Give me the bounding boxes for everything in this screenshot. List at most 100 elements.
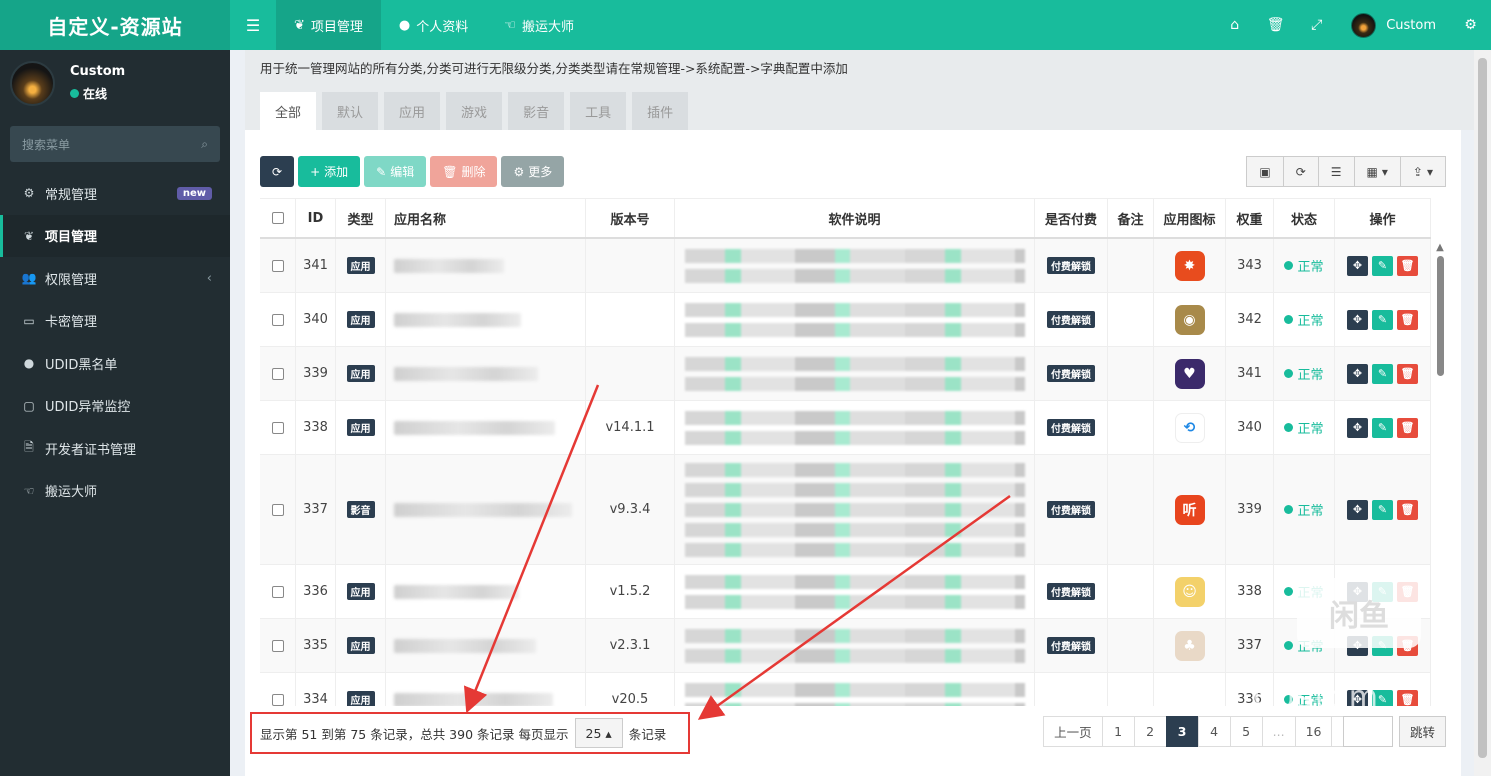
sidebar-item-udid-monitor[interactable]: ▢ UDID异常监控 <box>0 385 230 428</box>
add-button[interactable]: + 添加 <box>298 156 361 187</box>
app-icon[interactable]: ☺ <box>1174 576 1205 607</box>
page-jump-input[interactable] <box>1342 716 1393 747</box>
drag-sort-button[interactable]: ✥ <box>1347 363 1368 384</box>
page-1[interactable]: 1 <box>1101 716 1135 747</box>
row-delete-button[interactable]: 🗑 <box>1397 689 1418 706</box>
col-status[interactable]: 状态 <box>1274 199 1335 237</box>
col-description[interactable]: 软件说明 <box>675 199 1035 237</box>
checkbox[interactable] <box>271 639 284 652</box>
page-prev[interactable]: 上一页 <box>1043 716 1103 747</box>
col-type[interactable]: 类型 <box>336 199 386 237</box>
app-icon[interactable]: ◉ <box>1174 304 1205 335</box>
more-button[interactable]: ⚙ 更多 <box>501 156 565 187</box>
row-checkbox-cell[interactable] <box>260 347 296 400</box>
table-row[interactable]: 336应用v1.5.2付费解锁☺338正常✥✎🗑 <box>260 565 1431 619</box>
table-row[interactable]: 339 应用 付费解锁 ♥ 341 正常 ✥ ✎ 🗑 <box>260 347 1431 401</box>
row-edit-button[interactable]: ✎ <box>1372 363 1393 384</box>
sidebar-toggle-button[interactable]: ☰ <box>230 0 276 50</box>
top-nav-profile[interactable]: ● 个人资料 <box>381 0 486 50</box>
checkbox[interactable] <box>271 313 284 326</box>
col-note[interactable]: 备注 <box>1108 199 1154 237</box>
row-checkbox-cell[interactable] <box>260 401 296 454</box>
drag-sort-button[interactable]: ✥ <box>1347 417 1368 438</box>
status-badge[interactable]: 正常 <box>1284 364 1324 383</box>
row-checkbox-cell[interactable] <box>260 673 296 706</box>
top-user-menu[interactable]: Custom <box>1337 0 1450 50</box>
page-5[interactable]: 5 <box>1229 716 1263 747</box>
sidebar-item-permission[interactable]: 👥 权限管理 ‹ <box>0 257 230 300</box>
settings-button[interactable]: ⚙ <box>1450 0 1491 50</box>
table-row[interactable]: 340 应用 付费解锁 ◉ 342 正常 ✥ ✎ 🗑 <box>260 293 1431 347</box>
row-checkbox-cell[interactable] <box>260 565 296 618</box>
sidebar-item-mover[interactable]: ☜ 搬运大师 <box>0 470 230 513</box>
toggle-view-button[interactable]: ☰ <box>1317 156 1355 187</box>
status-badge[interactable]: 正常 <box>1284 500 1324 519</box>
scroll-thumb[interactable] <box>1437 256 1444 376</box>
col-id[interactable]: ID <box>296 199 336 237</box>
home-button[interactable]: ⌂ <box>1214 0 1255 50</box>
row-delete-button[interactable]: 🗑 <box>1397 363 1418 384</box>
page-jump-button[interactable]: 跳转 <box>1398 716 1446 747</box>
row-delete-button[interactable]: 🗑 <box>1397 309 1418 330</box>
tab-game[interactable]: 游戏 <box>446 92 503 130</box>
row-edit-button[interactable]: ✎ <box>1372 499 1393 520</box>
edit-button[interactable]: ✎ 编辑 <box>364 156 427 187</box>
col-version[interactable]: 版本号 <box>586 199 675 237</box>
sidebar-item-card[interactable]: ▭ 卡密管理 <box>0 300 230 343</box>
tab-tools[interactable]: 工具 <box>570 92 627 130</box>
brand-logo[interactable]: 自定义-资源站 <box>0 0 230 50</box>
table-row[interactable]: 341 应用 付费解锁 ✸ 343 正常 ✥ ✎ 🗑 <box>260 239 1431 293</box>
checkbox[interactable] <box>271 693 284 706</box>
app-icon[interactable]: ♣ <box>1174 630 1205 661</box>
toggle-search-button[interactable]: ▣ <box>1246 156 1284 187</box>
fullscreen-button[interactable]: ⤢ <box>1296 0 1337 50</box>
page-size-dropdown[interactable]: 25 ▴ <box>574 718 623 748</box>
table-scrollbar[interactable]: ▲ <box>1435 242 1445 706</box>
page-3-current[interactable]: 3 <box>1165 716 1199 747</box>
top-nav-mover[interactable]: ☜ 搬运大师 <box>486 0 592 50</box>
tab-media[interactable]: 影音 <box>508 92 565 130</box>
row-delete-button[interactable]: 🗑 <box>1397 499 1418 520</box>
sidebar-item-udid-blacklist[interactable]: ● UDID黑名单 <box>0 342 230 385</box>
row-edit-button[interactable]: ✎ <box>1372 255 1393 276</box>
app-icon[interactable]: ⟲ <box>1174 412 1205 443</box>
status-badge[interactable]: 正常 <box>1284 418 1324 437</box>
row-edit-button[interactable]: ✎ <box>1372 417 1393 438</box>
checkbox[interactable] <box>271 503 284 516</box>
columns-button[interactable]: ▦ ▾ <box>1353 156 1401 187</box>
table-refresh-button[interactable]: ⟳ <box>1282 156 1319 187</box>
checkbox[interactable] <box>271 367 284 380</box>
sidebar-item-certificate[interactable]: 🗎 开发者证书管理 <box>0 427 230 470</box>
drag-sort-button[interactable]: ✥ <box>1347 499 1368 520</box>
tab-all[interactable]: 全部 <box>260 92 317 130</box>
app-icon[interactable]: 听 <box>1174 494 1205 525</box>
page-scroll-thumb[interactable] <box>1478 58 1487 758</box>
top-nav-project[interactable]: ❦ 项目管理 <box>276 0 381 50</box>
page-16[interactable]: 16 <box>1294 716 1333 747</box>
row-checkbox-cell[interactable] <box>260 455 296 564</box>
table-row[interactable]: 337 影音 v9.3.4 付费解锁 听 339 正常 ✥ ✎ 🗑 <box>260 455 1431 565</box>
clear-cache-button[interactable]: 🗑 <box>1255 0 1296 50</box>
sidebar-item-general[interactable]: ⚙ 常规管理 new <box>0 172 230 215</box>
row-delete-button[interactable]: 🗑 <box>1397 255 1418 276</box>
col-app-icon[interactable]: 应用图标 <box>1154 199 1226 237</box>
tab-plugins[interactable]: 插件 <box>632 92 689 130</box>
table-row[interactable]: 338 应用 v14.1.1 付费解锁 ⟲ 340 正常 ✥ ✎ 🗑 <box>260 401 1431 455</box>
drag-sort-button[interactable]: ✥ <box>1347 309 1368 330</box>
row-checkbox-cell[interactable] <box>260 619 296 672</box>
page-scrollbar[interactable] <box>1474 50 1491 776</box>
drag-sort-button[interactable]: ✥ <box>1347 255 1368 276</box>
checkbox[interactable] <box>271 585 284 598</box>
page-2[interactable]: 2 <box>1133 716 1167 747</box>
checkbox[interactable] <box>271 421 284 434</box>
status-badge[interactable]: 正常 <box>1284 310 1324 329</box>
refresh-button[interactable]: ⟳ <box>260 156 295 187</box>
page-4[interactable]: 4 <box>1197 716 1231 747</box>
sidebar-item-project[interactable]: ❦ 项目管理 <box>0 214 230 257</box>
col-name[interactable]: 应用名称 <box>386 199 586 237</box>
tab-app[interactable]: 应用 <box>384 92 441 130</box>
app-icon[interactable]: ✸ <box>1174 250 1205 281</box>
checkbox[interactable] <box>271 212 284 224</box>
col-paid[interactable]: 是否付费 <box>1035 199 1108 237</box>
col-weight[interactable]: 权重 <box>1226 199 1274 237</box>
